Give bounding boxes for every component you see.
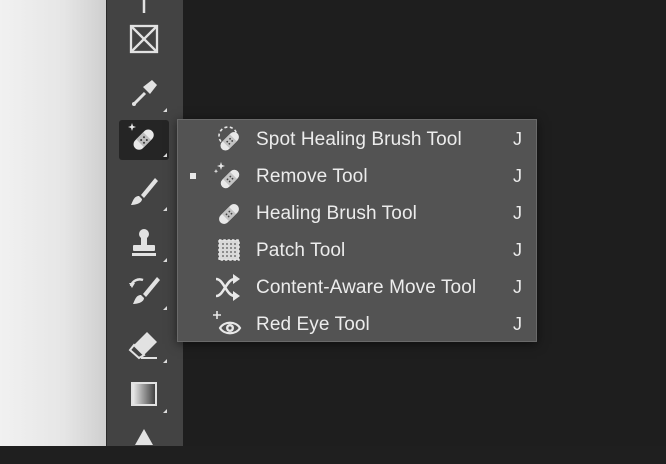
blur-tool-button[interactable] — [119, 424, 169, 464]
menu-item-shortcut: J — [513, 277, 522, 297]
menu-item-label: Content-Aware Move Tool — [256, 276, 477, 298]
content-aware-move-icon — [212, 272, 246, 303]
patch-tool-icon — [212, 235, 246, 266]
remove-tool-icon — [212, 161, 246, 192]
frame-tool-button[interactable] — [119, 21, 169, 61]
eraser-tool-button[interactable] — [119, 326, 169, 366]
healing-brush-icon — [212, 198, 246, 229]
tool-group-indicator — [163, 153, 167, 157]
move-tool-icon — [127, 0, 161, 18]
eraser-tool-icon — [127, 327, 161, 366]
menu-item-label: Remove Tool — [256, 165, 368, 187]
left-background — [0, 0, 106, 446]
clone-stamp-tool-button[interactable] — [119, 225, 169, 265]
menu-item-spot-healing-brush-tool[interactable]: Spot Healing Brush Tool J — [178, 121, 536, 158]
menu-item-label: Healing Brush Tool — [256, 202, 417, 224]
menu-item-red-eye-tool[interactable]: Red Eye Tool J — [178, 306, 536, 343]
menu-item-remove-tool[interactable]: Remove Tool J — [178, 158, 536, 195]
menu-item-patch-tool[interactable]: Patch Tool J — [178, 232, 536, 269]
menu-item-shortcut: J — [513, 129, 522, 149]
history-brush-tool-icon — [127, 274, 161, 313]
tools-panel — [106, 0, 184, 446]
tool-group-indicator — [163, 409, 167, 413]
menu-item-content-aware-move-tool[interactable]: Content-Aware Move Tool J — [178, 269, 536, 306]
menu-item-label: Red Eye Tool — [256, 313, 370, 335]
clone-stamp-tool-icon — [127, 226, 161, 265]
brush-tool-icon — [127, 175, 161, 214]
eyedropper-tool-icon — [127, 76, 161, 115]
tool-group-indicator — [163, 258, 167, 262]
menu-item-label: Spot Healing Brush Tool — [256, 128, 462, 150]
brush-tool-button[interactable] — [119, 174, 169, 214]
menu-item-shortcut: J — [513, 314, 522, 334]
red-eye-icon — [212, 309, 246, 340]
remove-tool-icon — [127, 121, 161, 160]
remove-tool-button[interactable] — [119, 120, 169, 160]
menu-item-shortcut: J — [513, 240, 522, 260]
menu-item-healing-brush-tool[interactable]: Healing Brush Tool J — [178, 195, 536, 232]
spot-healing-brush-icon — [212, 124, 246, 155]
tool-group-indicator — [163, 359, 167, 363]
tool-group-indicator — [163, 207, 167, 211]
tool-group-indicator — [163, 108, 167, 112]
frame-tool-icon — [127, 22, 161, 61]
move-tool-button[interactable] — [119, 0, 169, 18]
eyedropper-tool-button[interactable] — [119, 75, 169, 115]
gradient-tool-button[interactable] — [119, 376, 169, 416]
blur-tool-icon — [127, 425, 161, 464]
menu-item-shortcut: J — [513, 203, 522, 223]
menu-item-shortcut: J — [513, 166, 522, 186]
history-brush-tool-button[interactable] — [119, 273, 169, 313]
tool-flyout-menu: Spot Healing Brush Tool J Remove Tool J — [177, 119, 537, 342]
menu-item-label: Patch Tool — [256, 239, 346, 261]
selected-indicator — [190, 173, 196, 179]
gradient-tool-icon — [127, 377, 161, 416]
tool-group-indicator — [163, 306, 167, 310]
